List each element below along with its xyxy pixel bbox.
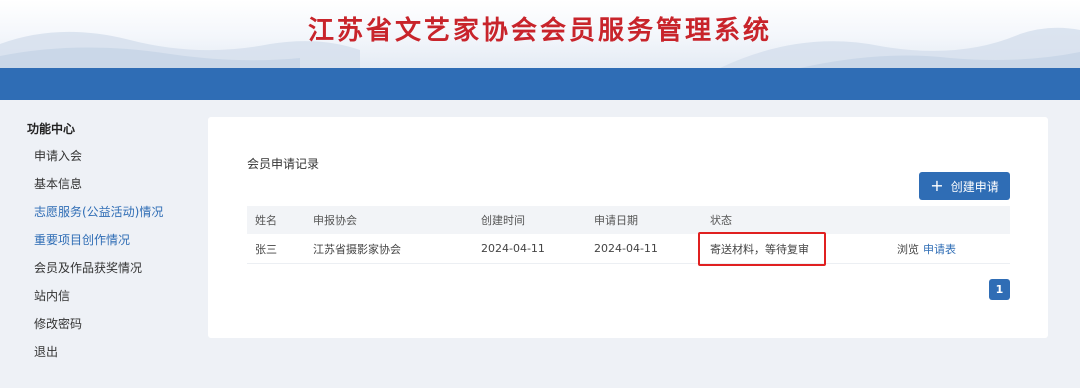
create-application-label: 创建申请 <box>950 179 999 194</box>
pagination-page-current[interactable]: 1 <box>989 279 1010 300</box>
sidebar-item-change-password[interactable]: 修改密码 <box>34 315 82 332</box>
page-title: 会员申请记录 <box>247 157 320 171</box>
cell-actions: 浏览 申请表 <box>897 234 956 263</box>
table-row: 张三 江苏省摄影家协会 2024-04-11 2024-04-11 寄送材料，等… <box>247 234 1010 264</box>
sidebar-item-apply-membership[interactable]: 申请入会 <box>34 147 82 164</box>
top-nav-bar <box>0 68 1080 100</box>
col-header-name: 姓名 <box>255 214 277 227</box>
plus-icon: + <box>930 176 944 195</box>
sidebar-item-logout[interactable]: 退出 <box>34 343 58 360</box>
cell-applied: 2024-04-11 <box>594 242 658 255</box>
sidebar-item-awards[interactable]: 会员及作品获奖情况 <box>34 259 142 276</box>
col-header-status: 状态 <box>710 214 732 227</box>
application-form-link[interactable]: 申请表 <box>923 241 956 257</box>
col-header-association: 申报协会 <box>313 214 357 227</box>
create-application-button[interactable]: + 创建申请 <box>919 172 1010 200</box>
header-banner: 江苏省文艺家协会会员服务管理系统 <box>0 0 1080 68</box>
table-header: 姓名 申报协会 创建时间 申请日期 状态 <box>247 206 1010 234</box>
site-title: 江苏省文艺家协会会员服务管理系统 <box>307 16 772 46</box>
col-header-created: 创建时间 <box>481 214 525 227</box>
sidebar-title: 功能中心 <box>27 122 76 136</box>
col-header-applied: 申请日期 <box>594 214 638 227</box>
cell-created: 2024-04-11 <box>481 242 545 255</box>
sidebar-item-volunteer-service[interactable]: 志愿服务(公益活动)情况 <box>34 203 163 220</box>
status-highlight-box <box>698 232 826 266</box>
cell-name: 张三 <box>255 242 277 256</box>
view-link[interactable]: 浏览 <box>897 241 919 257</box>
sidebar-item-key-projects[interactable]: 重要项目创作情况 <box>34 231 130 248</box>
sidebar-item-messages[interactable]: 站内信 <box>34 287 70 304</box>
sidebar-item-basic-info[interactable]: 基本信息 <box>34 175 82 192</box>
sidebar: 功能中心 申请入会 基本信息 志愿服务(公益活动)情况 重要项目创作情况 会员及… <box>0 100 200 388</box>
records-card: 会员申请记录 + 创建申请 姓名 申报协会 创建时间 申请日期 状态 张三 江苏… <box>208 117 1048 338</box>
cell-association: 江苏省摄影家协会 <box>313 242 401 256</box>
